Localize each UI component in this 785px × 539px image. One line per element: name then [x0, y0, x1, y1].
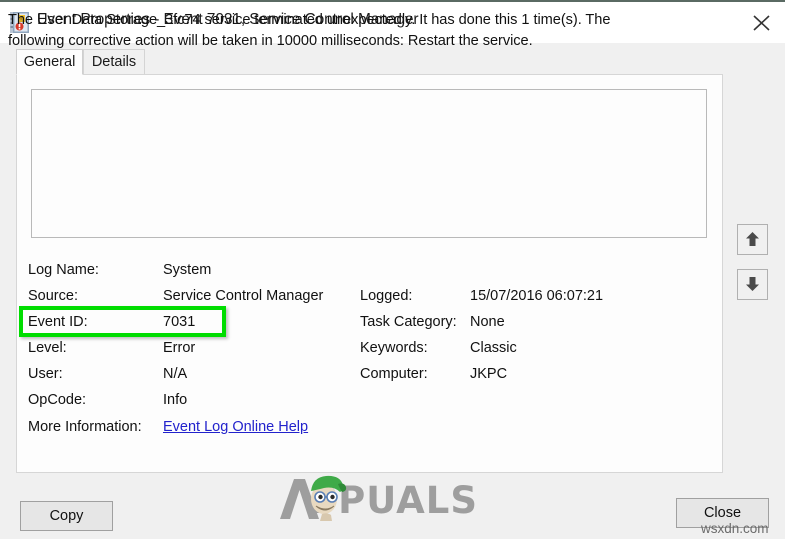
- field-value-source: Service Control Manager: [163, 288, 324, 304]
- field-value-level: Error: [163, 340, 196, 356]
- field-value-log-name: System: [163, 262, 212, 278]
- field-label-keywords: Keywords:: [360, 340, 428, 356]
- field-label-source: Source:: [28, 288, 78, 304]
- field-value-computer: JKPC: [470, 366, 508, 382]
- tab-details[interactable]: Details: [83, 49, 145, 75]
- field-value-task-category: None: [470, 314, 505, 330]
- event-description-box[interactable]: [31, 89, 707, 238]
- field-label-logged: Logged:: [360, 288, 413, 304]
- field-label-event-id: Event ID:: [28, 314, 88, 330]
- field-label-opcode: OpCode:: [28, 392, 87, 408]
- field-label-log-name: Log Name:: [28, 262, 99, 278]
- field-label-user: User:: [28, 366, 63, 382]
- event-log-online-help-link[interactable]: Event Log Online Help: [163, 419, 308, 435]
- tab-general[interactable]: General: [16, 49, 83, 75]
- field-value-logged: 15/07/2016 06:07:21: [470, 288, 604, 304]
- field-label-computer: Computer:: [360, 366, 428, 382]
- event-properties-dialog: ! Event Properties - Event 7031, Service…: [0, 0, 785, 539]
- appuals-watermark: PPUALS: [278, 473, 504, 522]
- field-value-keywords: Classic: [470, 340, 517, 356]
- field-value-user: N/A: [163, 366, 188, 382]
- tab-strip: General Details: [16, 49, 723, 75]
- close-button[interactable]: Close: [676, 498, 769, 528]
- field-label-more-information: More Information:: [28, 419, 142, 435]
- copy-button[interactable]: Copy: [20, 501, 113, 531]
- field-label-level: Level:: [28, 340, 67, 356]
- close-icon[interactable]: [738, 2, 785, 43]
- next-event-button[interactable]: [737, 269, 768, 300]
- previous-event-button[interactable]: [737, 224, 768, 255]
- field-value-event-id: 7031: [163, 314, 196, 330]
- appuals-watermark-text: PPUALS: [310, 479, 479, 522]
- event-description-text: The User Data Storage_3fc74 service term…: [8, 12, 611, 49]
- field-value-opcode: Info: [163, 392, 188, 408]
- field-label-task-category: Task Category:: [360, 314, 457, 330]
